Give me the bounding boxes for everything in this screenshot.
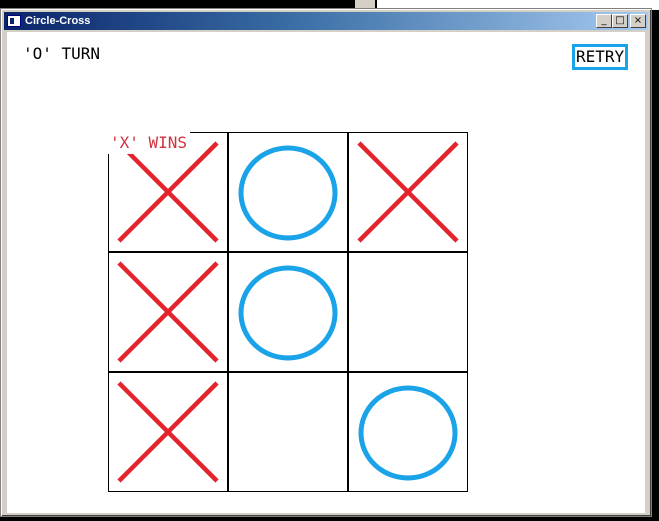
board-cell-2-0 [108,372,228,492]
o-mark-icon [238,265,338,361]
window-icon[interactable] [7,15,21,27]
game-board [108,132,469,493]
title-bar[interactable]: Circle-Cross _ □ × [4,12,648,30]
game-canvas: 'O' TURN RETRY 'X' WINS [7,32,645,513]
x-mark-icon [117,381,219,483]
x-mark-icon [357,141,459,243]
board-cell-1-0 [108,252,228,372]
x-mark-icon [117,261,219,363]
title-buttons: _ □ × [596,14,646,28]
maximize-button[interactable]: □ [612,14,628,28]
maximize-icon: □ [615,15,625,26]
board-cell-2-1[interactable] [228,372,348,492]
window-title: Circle-Cross [25,15,91,27]
close-icon: × [633,15,643,26]
x-mark-icon [117,141,219,243]
game-window: Circle-Cross _ □ × 'O' TURN RETRY 'X' WI… [0,8,652,517]
close-button[interactable]: × [630,14,646,28]
o-mark-icon [358,385,458,481]
result-label: 'X' WINS [107,132,191,154]
o-mark-icon [238,145,338,241]
retry-button[interactable]: RETRY [572,44,629,70]
board-cell-0-2 [348,132,468,252]
board-cell-2-2 [348,372,468,492]
board-cell-1-2[interactable] [348,252,468,372]
minimize-icon: _ [601,15,607,26]
minimize-button[interactable]: _ [596,14,612,28]
turn-indicator: 'O' TURN [23,44,101,63]
board-cell-0-1 [228,132,348,252]
board-cell-1-1 [228,252,348,372]
